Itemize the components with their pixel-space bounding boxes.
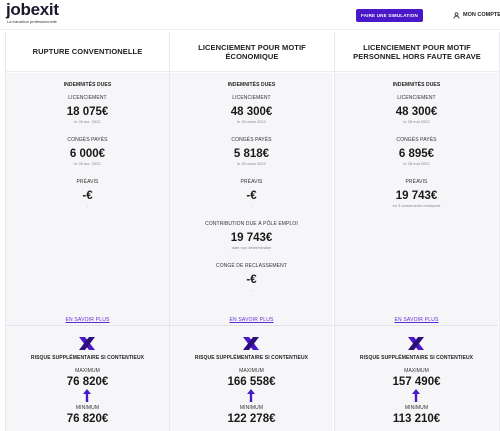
range-arrow-icon bbox=[247, 389, 255, 402]
scenario-column-economique: LICENCIEMENT POUR MOTIF ÉCONOMIQUE INDEM… bbox=[170, 32, 335, 431]
minimum-label: MINIMUM bbox=[75, 405, 100, 411]
learn-more-link[interactable]: EN SAVOIR PLUS bbox=[65, 317, 109, 323]
risk-panel: RISQUE SUPPLÉMENTAIRE SI CONTENTIEUX MAX… bbox=[6, 325, 169, 431]
licenciement-date: le 09 avr. 2022 bbox=[74, 119, 101, 124]
minimum-amount: 122 278€ bbox=[227, 413, 276, 425]
conges-amount: 6 000€ bbox=[69, 148, 106, 160]
account-label: MON COMPTE bbox=[463, 12, 500, 18]
top-header: jobexit La transition professionnelle FA… bbox=[0, 0, 500, 30]
minimum-label: MINIMUM bbox=[239, 405, 264, 411]
maximum-amount: 76 820€ bbox=[66, 376, 109, 388]
reclassement-amount: -€ bbox=[246, 274, 257, 286]
preavis-amount: 19 743€ bbox=[395, 190, 438, 202]
licenciement-label: LICENCIEMENT bbox=[397, 95, 436, 101]
maximum-label: MAXIMUM bbox=[404, 368, 429, 374]
logo-wordmark: jobexit bbox=[6, 0, 59, 19]
maximum-label: MAXIMUM bbox=[239, 368, 264, 374]
indemnites-panel: INDEMNITÉS DUES LICENCIEMENT 48 300€ le … bbox=[170, 73, 333, 325]
licenciement-label: LICENCIEMENT bbox=[232, 95, 271, 101]
risk-title: RISQUE SUPPLÉMENTAIRE SI CONTENTIEUX bbox=[194, 355, 309, 361]
licenciement-amount: 48 300€ bbox=[395, 106, 438, 118]
range-arrow-icon bbox=[412, 389, 420, 402]
user-icon bbox=[453, 12, 460, 19]
indemnites-panel: INDEMNITÉS DUES LICENCIEMENT 18 075€ le … bbox=[6, 73, 169, 325]
risk-title: RISQUE SUPPLÉMENTAIRE SI CONTENTIEUX bbox=[359, 355, 474, 361]
licenciement-amount: 18 075€ bbox=[66, 106, 109, 118]
x-logo-icon bbox=[408, 337, 424, 350]
indemnites-title: INDEMNITÉS DUES bbox=[63, 82, 112, 88]
conges-date: le 09 avr. 2022 bbox=[74, 161, 101, 166]
maximum-amount: 166 558€ bbox=[227, 376, 276, 388]
maximum-amount: 157 490€ bbox=[392, 376, 441, 388]
indemnites-panel: INDEMNITÉS DUES LICENCIEMENT 48 300€ le … bbox=[335, 73, 498, 325]
minimum-label: MINIMUM bbox=[404, 405, 429, 411]
preavis-label: PRÉAVIS bbox=[76, 179, 99, 185]
preavis-note: - bbox=[250, 203, 253, 208]
conges-date: le 28 mai 2022 bbox=[403, 161, 430, 166]
scenario-column-personnel: LICENCIEMENT POUR MOTIF PERSONNEL HORS F… bbox=[335, 32, 500, 431]
preavis-note: en 3 versements mensuels bbox=[392, 203, 441, 208]
risk-title: RISQUE SUPPLÉMENTAIRE SI CONTENTIEUX bbox=[30, 355, 145, 361]
maximum-label: MAXIMUM bbox=[75, 368, 100, 374]
conges-label: CONGÉS PAYÉS bbox=[396, 137, 437, 143]
licenciement-date: le 30 mars 2022 bbox=[237, 119, 266, 124]
learn-more-link[interactable]: EN SAVOIR PLUS bbox=[394, 317, 438, 323]
indemnites-title: INDEMNITÉS DUES bbox=[392, 82, 441, 88]
conges-amount: 5 818€ bbox=[233, 148, 270, 160]
conges-label: CONGÉS PAYÉS bbox=[231, 137, 272, 143]
risk-panel: RISQUE SUPPLÉMENTAIRE SI CONTENTIEUX MAX… bbox=[170, 325, 333, 431]
x-logo-icon bbox=[79, 337, 95, 350]
preavis-label: PRÉAVIS bbox=[240, 179, 263, 185]
contribution-note: date non déterminable bbox=[231, 245, 272, 250]
conges-amount: 6 895€ bbox=[398, 148, 435, 160]
risk-panel: RISQUE SUPPLÉMENTAIRE SI CONTENTIEUX MAX… bbox=[335, 325, 498, 431]
scenario-title: LICENCIEMENT POUR MOTIF PERSONNEL HORS F… bbox=[335, 32, 499, 72]
reclassement-label: CONGÉ DE RECLASSEMENT bbox=[215, 263, 287, 269]
preavis-amount: -€ bbox=[246, 190, 257, 202]
licenciement-amount: 48 300€ bbox=[230, 106, 273, 118]
preavis-amount: -€ bbox=[82, 190, 93, 202]
jobexit-logo[interactable]: jobexit La transition professionnelle bbox=[6, 0, 59, 25]
licenciement-label: LICENCIEMENT bbox=[68, 95, 107, 101]
indemnites-title: INDEMNITÉS DUES bbox=[227, 82, 276, 88]
range-arrow-icon bbox=[83, 389, 91, 402]
learn-more-link[interactable]: EN SAVOIR PLUS bbox=[229, 317, 273, 323]
licenciement-date: le 28 mai 2022 bbox=[403, 119, 430, 124]
preavis-label: PRÉAVIS bbox=[405, 179, 428, 185]
scenario-title: LICENCIEMENT POUR MOTIF ÉCONOMIQUE bbox=[170, 32, 334, 72]
minimum-amount: 113 210€ bbox=[392, 413, 441, 425]
scenario-title: RUPTURE CONVENTIONELLE bbox=[6, 32, 169, 72]
contribution-amount: 19 743€ bbox=[230, 232, 273, 244]
account-link[interactable]: MON COMPTE bbox=[453, 10, 500, 21]
scenario-column-rupture: RUPTURE CONVENTIONELLE INDEMNITÉS DUES L… bbox=[5, 32, 170, 431]
reclassement-note: - bbox=[250, 287, 253, 292]
preavis-note: - bbox=[86, 203, 89, 208]
x-logo-icon bbox=[243, 337, 259, 350]
minimum-amount: 76 820€ bbox=[66, 413, 109, 425]
conges-label: CONGÉS PAYÉS bbox=[67, 137, 108, 143]
logo-tagline: La transition professionnelle bbox=[7, 19, 57, 24]
conges-date: le 30 mars 2022 bbox=[237, 161, 266, 166]
scenario-columns: RUPTURE CONVENTIONELLE INDEMNITÉS DUES L… bbox=[5, 32, 500, 431]
contribution-label: CONTRIBUTION DUE À PÔLE EMPLOI bbox=[205, 221, 298, 227]
new-simulation-button[interactable]: FAIRE UNE SIMULATION bbox=[356, 9, 423, 22]
